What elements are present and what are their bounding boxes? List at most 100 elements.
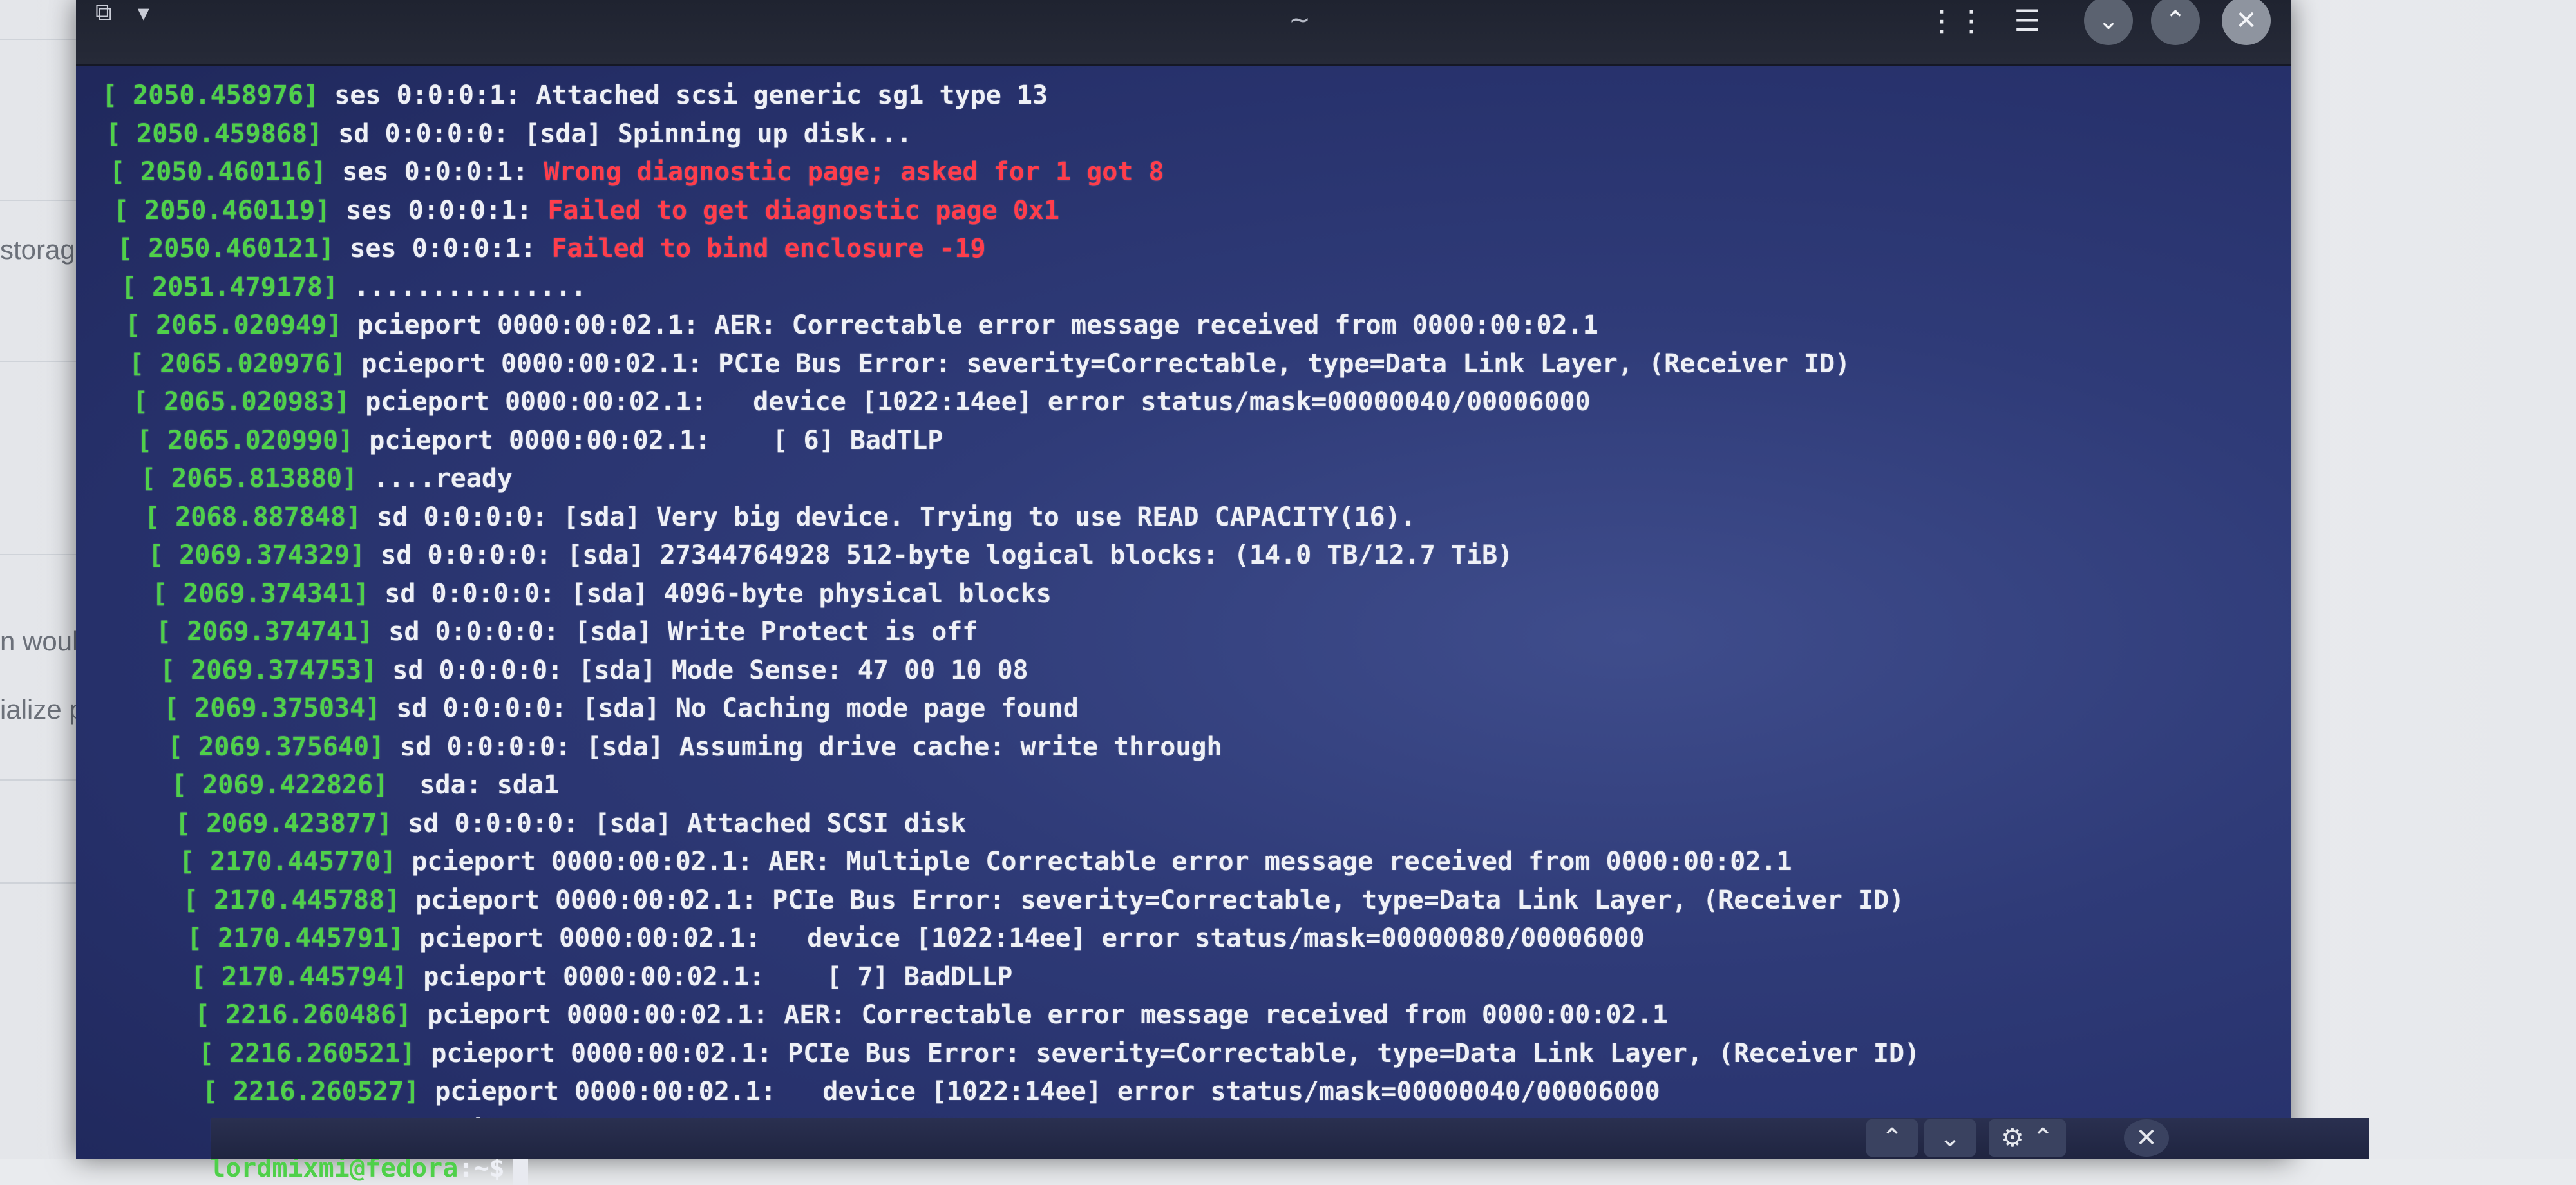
log-source: ses 0:0:0:1: [330,195,548,225]
log-source: ses 0:0:0:1: [319,81,536,110]
log-source: sd 0:0:0:0: [365,540,567,570]
terminal-window[interactable]: ⧉ ▾ ~ ⋮⋮ ☰ ⌄ ⌃ ✕ [ 2050.458976] ses 0:0:… [76,0,2369,1185]
log-message: PCIe Bus Error: severity=Correctable, ty… [718,348,1851,379]
log-error-message: Wrong diagnostic page; asked for 1 got 8 [544,157,1164,187]
log-timestamp: [ 2069.375640] [167,732,385,762]
log-message: [sda] Assuming drive cache: write throug… [586,732,1222,762]
log-timestamp: [ 2065.020990] [137,425,354,455]
log-line: [ 2065.813880] ....ready [140,462,513,495]
log-message: device [1022:14ee] error status/mask=000… [776,924,1645,953]
log-source: pcieport 0000:00:02.1: [404,924,777,953]
log-timestamp: [ 2069.374329] [148,540,366,570]
log-line: [ 2050.458976] ses 0:0:0:1: Attached scs… [102,79,1048,112]
log-source: sd 0:0:0:0: [369,578,571,609]
log-message: [sda] No Caching mode page found [582,694,1079,723]
log-line: [ 2069.422826] sda: sda1 [171,768,559,802]
log-message: [ 6] BadTLP [726,425,943,455]
scroll-up-button[interactable]: ⌃ [1866,1119,1918,1157]
log-timestamp: [ 2069.374741] [156,617,374,647]
log-line: [ 2065.020976] pcieport 0000:00:02.1: PC… [129,347,1850,381]
log-line: [ 2065.020990] pcieport 0000:00:02.1: [ … [137,424,943,457]
log-source: ses 0:0:0:1: [327,157,544,187]
log-line: [ 2069.374341] sd 0:0:0:0: [sda] 4096-by… [152,577,1052,611]
log-line: [ 2216.260527] pcieport 0000:00:02.1: de… [202,1075,1660,1108]
log-timestamp: [ 2069.375034] [164,694,381,723]
log-message: AER: Correctable error message received … [784,1000,1668,1030]
log-source [357,464,373,493]
log-message: sda1 [497,770,560,800]
settings-button[interactable]: ⚙ ⌃ [1989,1119,2066,1157]
scroll-down-button[interactable]: ⌄ [1924,1119,1976,1157]
log-line: [ 2050.460116] ses 0:0:0:1: Wrong diagno… [109,155,1164,189]
log-source: pcieport 0000:00:02.1: [415,1038,788,1068]
log-timestamp: [ 2050.460116] [109,157,327,187]
log-timestamp: [ 2065.813880] [140,464,358,493]
log-timestamp: [ 2050.460121] [117,234,335,263]
log-message: ............... [354,272,587,302]
log-message: device [1022:14ee] error status/mask=000… [791,1077,1660,1106]
log-message: device [1022:14ee] error status/mask=000… [722,387,1591,417]
log-message: [ 7] BadDLLP [780,962,1013,992]
log-error-message: Failed to get diagnostic page 0x1 [547,195,1060,225]
log-timestamp: [ 2069.374341] [152,578,370,609]
log-line: [ 2069.374741] sd 0:0:0:0: [sda] Write P… [156,615,978,649]
log-message: Attached scsi generic sg1 type 13 [536,81,1048,110]
divider [0,39,77,40]
log-line: [ 2069.375640] sd 0:0:0:0: [sda] Assumin… [167,730,1222,764]
log-message: [sda] Write Protect is off [574,617,978,647]
log-timestamp: [ 2065.020949] [125,310,343,340]
log-source: sda: [388,770,497,800]
log-message: [sda] Attached SCSI disk [594,808,967,839]
log-timestamp: [ 2069.374753] [160,655,377,685]
log-message: PCIe Bus Error: severity=Correctable, ty… [772,885,1905,915]
divider [0,361,77,362]
log-timestamp: [ 2170.445770] [179,847,397,877]
log-line: [ 2069.374753] sd 0:0:0:0: [sda] Mode Se… [160,654,1028,687]
log-timestamp: [ 2069.423877] [175,808,393,839]
log-source: sd 0:0:0:0: [373,617,575,647]
log-source: sd 0:0:0:0: [392,808,594,839]
log-timestamp: [ 2216.260486] [194,1000,412,1030]
divider [0,882,77,884]
log-timestamp: [ 2068.887848] [144,502,362,532]
log-line: [ 2069.375034] sd 0:0:0:0: [sda] No Cach… [164,692,1079,725]
log-timestamp: [ 2170.445794] [191,962,408,992]
log-line: [ 2069.374329] sd 0:0:0:0: [sda] 2734476… [148,538,1513,572]
log-source: pcieport 0000:00:02.1: [396,847,769,877]
log-message: PCIe Bus Error: severity=Correctable, ty… [788,1038,1920,1068]
log-source: pcieport 0000:00:02.1: [342,310,715,340]
log-timestamp: [ 2050.458976] [102,81,319,110]
log-source: sd 0:0:0:0: [384,732,587,762]
close-icon[interactable]: ✕ [2124,1119,2169,1157]
log-source: sd 0:0:0:0: [377,655,579,685]
log-source: pcieport 0000:00:02.1: [408,962,781,992]
log-line: [ 2065.020949] pcieport 0000:00:02.1: AE… [125,308,1598,342]
log-timestamp: [ 2050.460119] [113,195,331,225]
log-source: pcieport 0000:00:02.1: [350,387,723,417]
log-line: [ 2216.260486] pcieport 0000:00:02.1: AE… [194,998,1668,1032]
log-line: [ 2170.445788] pcieport 0000:00:02.1: PC… [183,884,1904,917]
log-source: pcieport 0000:00:02.1: [412,1000,784,1030]
log-timestamp: [ 2216.260527] [202,1077,420,1106]
log-message: AER: Multiple Correctable error message … [768,847,1792,877]
log-timestamp: [ 2051.479178] [121,272,339,302]
log-timestamp: [ 2065.020976] [129,348,346,379]
log-message: [sda] 27344764928 512-byte logical block… [567,540,1513,570]
log-message: [sda] Very big device. Trying to use REA… [563,502,1416,532]
divider [0,200,77,201]
terminal-output: [ 2050.458976] ses 0:0:0:1: Attached scs… [76,0,2291,1185]
log-source: sd 0:0:0:0: [323,118,525,149]
log-source: pcieport 0000:00:02.1: [354,425,726,455]
log-source: pcieport 0000:00:02.1: [419,1077,792,1106]
log-line: [ 2050.460121] ses 0:0:0:1: Failed to bi… [117,232,986,265]
log-line: [ 2051.479178] ............... [121,270,586,304]
log-source: pcieport 0000:00:02.1: [400,885,773,915]
divider [0,779,77,781]
log-timestamp: [ 2069.422826] [171,770,389,800]
log-line: [ 2170.445770] pcieport 0000:00:02.1: AE… [179,845,1792,878]
log-timestamp: [ 2050.459868] [106,118,323,149]
log-line: [ 2050.460119] ses 0:0:0:1: Failed to ge… [113,194,1059,227]
log-line: [ 2216.260521] pcieport 0000:00:02.1: PC… [198,1037,1920,1070]
log-source: pcieport 0000:00:02.1: [346,348,719,379]
log-error-message: Failed to bind enclosure -19 [551,234,986,263]
